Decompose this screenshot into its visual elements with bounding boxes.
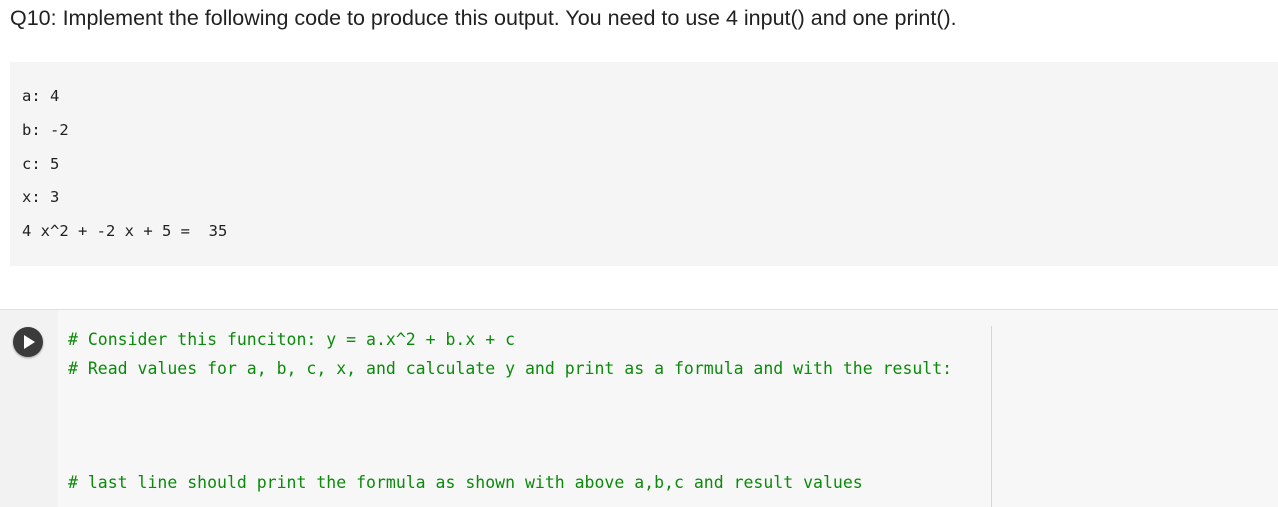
notebook-page: Q10: Implement the following code to pro… [0,0,1278,507]
question-text: Q10: Implement the following code to pro… [10,6,957,30]
code-cell: # Consider this funciton: y = a.x^2 + b.… [0,309,1278,507]
cell-gutter [0,310,58,507]
expected-output-block: a: 4 b: -2 c: 5 x: 3 4 x^2 + -2 x + 5 = … [10,62,1278,266]
output-line-b: b: -2 [22,121,69,139]
play-icon [24,335,35,349]
code-line-6: # last line should print the formula as … [68,473,863,492]
code-editor[interactable]: # Consider this funciton: y = a.x^2 + b.… [58,310,1278,507]
line-length-ruler [991,326,992,507]
output-line-a: a: 4 [22,87,60,105]
output-line-x: x: 3 [22,188,60,206]
code-line-1: # Consider this funciton: y = a.x^2 + b.… [68,330,516,349]
output-line-c: c: 5 [22,155,60,173]
output-line-result: 4 x^2 + -2 x + 5 = 35 [22,222,228,240]
code-line-2: # Read values for a, b, c, x, and calcul… [68,359,953,378]
run-cell-button[interactable] [13,327,43,357]
